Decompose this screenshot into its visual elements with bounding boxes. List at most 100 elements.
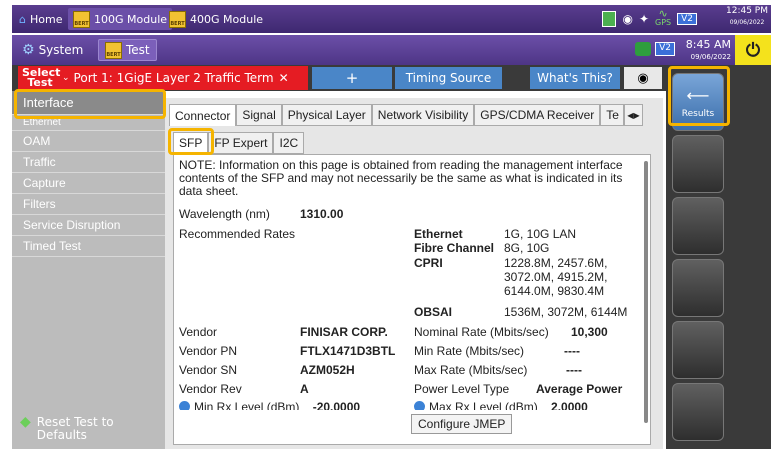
os-tab-100g-module[interactable]: BERT 100G Module (68, 8, 173, 30)
vendor-sn-value: AZM052H (300, 363, 355, 377)
tab-network-visibility[interactable]: Network Visibility (371, 104, 475, 126)
os-tab-label: Home (29, 12, 63, 26)
speaker-icon[interactable]: ◉ (622, 12, 632, 26)
vendor-rev-value: A (300, 382, 309, 396)
app-status-icons: V2 (635, 42, 675, 56)
soft-key-5[interactable] (672, 321, 724, 379)
min-rate-value: ---- (564, 344, 580, 358)
soft-key-2[interactable] (672, 135, 724, 193)
app-date: 09/06/2022 (690, 53, 731, 61)
tab-te[interactable]: Te (600, 104, 625, 126)
add-tab-button[interactable]: + (312, 67, 392, 89)
whats-this-button[interactable]: What's This? (530, 67, 620, 89)
reset-icon: ◆ (20, 414, 31, 430)
os-tab-label: 100G Module (94, 12, 168, 26)
recommended-rates-label: Recommended Rates (179, 227, 296, 241)
tab-i2c[interactable]: I2C (273, 132, 305, 154)
max-rx-value: 2.0000 (551, 400, 588, 410)
power-type-label: Power Level Type (414, 382, 510, 396)
highlight-results (668, 66, 730, 126)
highlight-interface (14, 89, 166, 119)
reset-test-button[interactable]: ◆ Reset Test to Defaults (20, 414, 127, 442)
os-tab-home[interactable]: ⌂ Home (14, 8, 67, 30)
tab-gps-cdma-receiver[interactable]: GPS/CDMA Receiver (474, 104, 601, 126)
test-button[interactable]: BERT Test (98, 39, 157, 61)
select-test-label[interactable]: Select Test (18, 67, 60, 88)
close-icon[interactable]: ✕ (279, 71, 289, 85)
rate-name-cpri: CPRI (414, 256, 443, 270)
os-date: 09/06/2022 (729, 19, 765, 26)
sidebar-item-filters[interactable]: Filters (12, 194, 165, 215)
sidebar-item-timed-test[interactable]: Timed Test (12, 236, 165, 257)
sidebar: Interface Ethernet OAM Traffic Capture F… (12, 91, 165, 449)
min-rate-label: Min Rate (Mbits/sec) (414, 344, 525, 358)
bert-module-icon: BERT (73, 10, 90, 28)
test-tab-strip: Select Test ⌄ Port 1: 1GigE Layer 2 Traf… (12, 65, 666, 91)
highlight-sfp-tab (168, 128, 214, 155)
app-clock: 8:45 AM 09/06/2022 (686, 39, 731, 63)
sidebar-item-oam[interactable]: OAM (12, 131, 165, 152)
wavelength-value: 1310.00 (300, 207, 344, 221)
power-icon: ⏻ (745, 39, 761, 61)
tab-signal[interactable]: Signal (236, 104, 282, 126)
sidebar-item-traffic[interactable]: Traffic (12, 152, 165, 173)
system-label: System (38, 43, 84, 57)
tab-scroll-arrows[interactable]: ◀ ▶ (624, 104, 643, 126)
rate-name-obsai: OBSAI (414, 305, 453, 319)
vendor-label: Vendor (179, 325, 218, 339)
soft-key-4[interactable] (672, 259, 724, 317)
rate-value-obsai: 1536M, 3072M, 6144M (504, 305, 628, 319)
sfp-info-panel: NOTE: Information on this page is obtain… (173, 154, 651, 445)
home-icon: ⌂ (19, 12, 26, 26)
chevron-right-icon[interactable]: ▶ (633, 111, 639, 120)
tab-physical-layer[interactable]: Physical Layer (281, 104, 372, 126)
gear-icon: ⚙ (22, 42, 35, 58)
sfp-note: NOTE: Information on this page is obtain… (179, 158, 623, 198)
rate-value-cpri: 1228.8M, 2457.6M, 3072.0M, 4915.2M, 6144… (504, 256, 608, 298)
help-icon[interactable] (414, 401, 425, 410)
bert-module-icon: BERT (169, 10, 186, 28)
min-rx-value: -20.0000 (312, 400, 361, 410)
os-tab-label: 400G Module (190, 12, 264, 26)
soft-key-3[interactable] (672, 197, 724, 255)
select-test-tab[interactable]: Select Test ⌄ Port 1: 1GigE Layer 2 Traf… (18, 66, 308, 90)
whats-this-label: What's This? (537, 71, 613, 85)
os-clock: 12:45 PM 09/06/2022 (726, 6, 768, 28)
vendor-sn-label: Vendor SN (179, 363, 238, 377)
test-label: Test (126, 43, 150, 57)
app-header: ⚙ System BERT Test V2 8:45 AM 09/06/2022… (12, 35, 771, 65)
interface-tabs: Connector Signal Physical Layer Network … (169, 104, 643, 126)
v2-badge: V2 (655, 42, 675, 56)
max-rx-row: Max Rx Level (dBm) 2.0000 (414, 400, 588, 410)
min-rx-label: Min Rx Level (dBm) (194, 400, 300, 410)
os-top-bar: ⌂ Home BERT 100G Module BERT 400G Module… (12, 5, 771, 33)
v2-badge: V2 (677, 12, 697, 25)
max-rate-value: ---- (566, 363, 582, 377)
camera-icon: ◉ (637, 70, 649, 86)
bert-module-icon: BERT (105, 41, 122, 59)
vendor-rev-label: Vendor Rev (179, 382, 242, 396)
max-rx-label: Max Rx Level (dBm) (429, 400, 538, 410)
sidebar-item-capture[interactable]: Capture (12, 173, 165, 194)
app-time: 8:45 AM (685, 38, 731, 51)
vendor-pn-value: FTLX1471D3BTL (300, 344, 396, 358)
os-tab-400g-module[interactable]: BERT 400G Module (164, 8, 268, 30)
power-button[interactable]: ⏻ (735, 35, 771, 65)
rate-value-fibre-channel: 8G, 10G (504, 241, 550, 255)
help-icon[interactable] (179, 401, 190, 410)
main-content: Connector Signal Physical Layer Network … (165, 98, 663, 449)
active-test-label: Port 1: 1GigE Layer 2 Traffic Term (73, 71, 274, 85)
sidebar-item-service-disruption[interactable]: Service Disruption (12, 215, 165, 236)
add-tab-label: + (345, 69, 359, 87)
screenshot-button[interactable]: ◉ (624, 67, 662, 89)
tab-connector[interactable]: Connector (169, 104, 237, 126)
timing-source-label: Timing Source (405, 71, 492, 85)
max-rate-label: Max Rate (Mbits/sec) (414, 363, 528, 377)
rate-name-ethernet: Ethernet (414, 227, 463, 241)
configure-jmep-button[interactable]: Configure JMEP (411, 414, 513, 434)
tab-fp-expert[interactable]: FP Expert (208, 132, 274, 154)
scrollbar[interactable] (644, 161, 648, 423)
system-button[interactable]: ⚙ System (16, 39, 89, 61)
tab-timing-source[interactable]: Timing Source (395, 67, 502, 89)
soft-key-6[interactable] (672, 383, 724, 441)
